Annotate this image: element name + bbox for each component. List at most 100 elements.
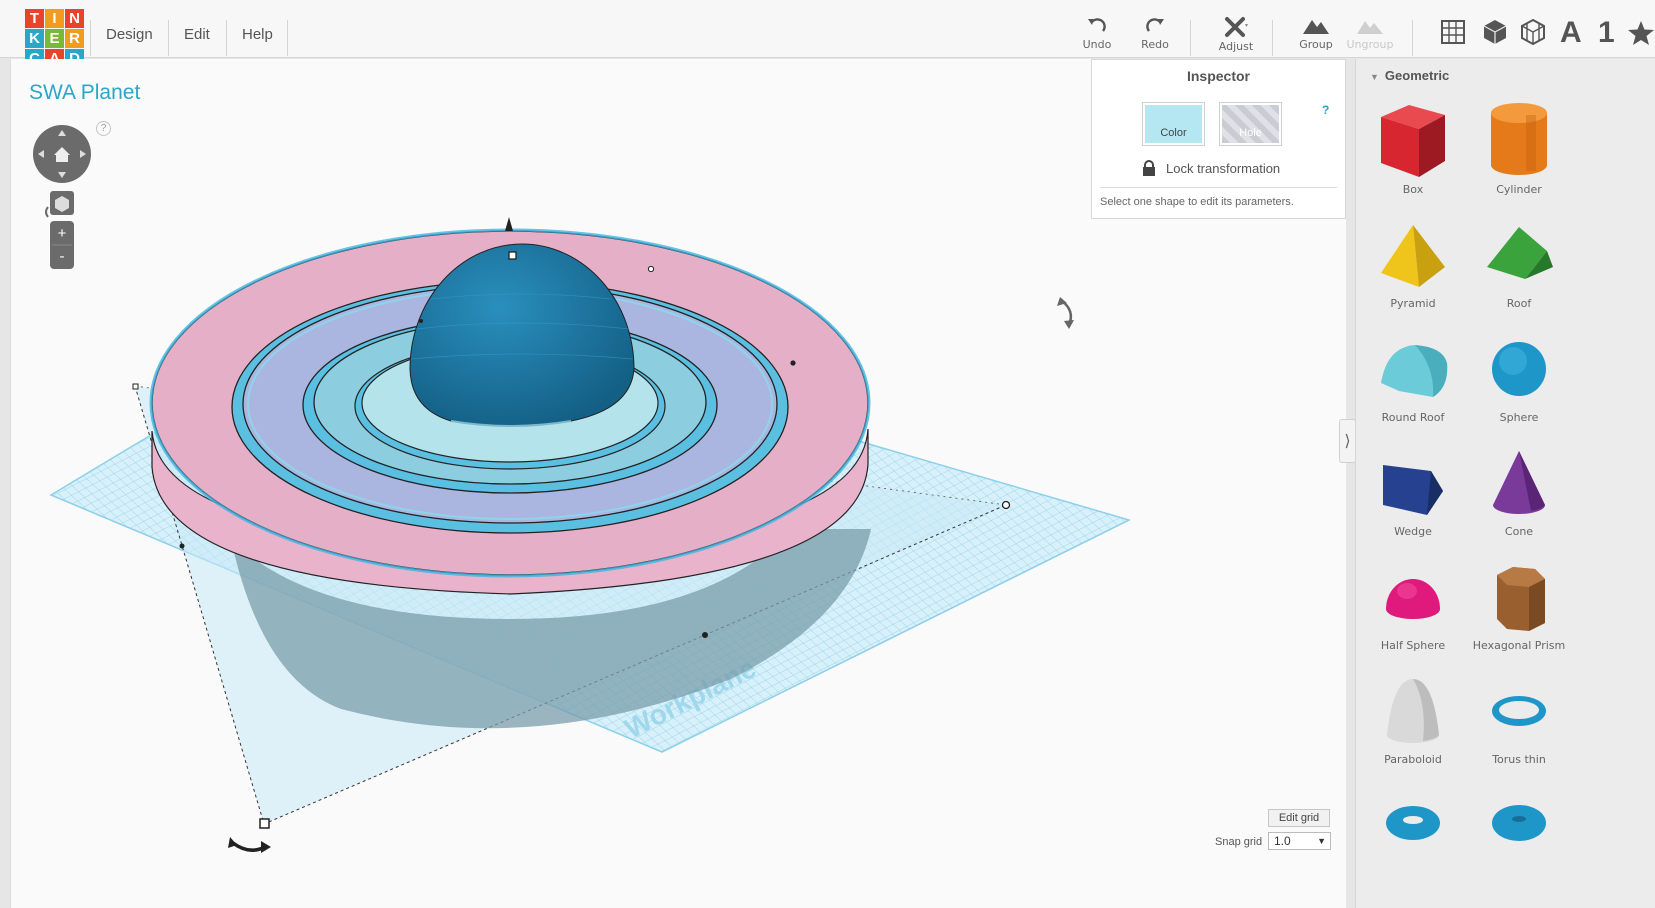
color-label: Color [1145, 105, 1202, 143]
shape-torus-thin[interactable]: Torus thin [1464, 673, 1574, 766]
star-icon[interactable] [1628, 20, 1655, 46]
divider [226, 20, 227, 56]
sphere-icon [1492, 342, 1546, 396]
adjust-button[interactable]: Adjust [1206, 16, 1266, 53]
shape-round-roof[interactable]: Round Roof [1358, 331, 1468, 424]
height-handle-icon[interactable] [505, 217, 513, 231]
logo-letter: K [25, 29, 44, 48]
undo-button[interactable]: Undo [1067, 16, 1127, 51]
wireframe-cube-icon[interactable] [1520, 18, 1546, 46]
resize-handle[interactable] [702, 632, 708, 638]
top-toolbar: T I N K E R C A D Design Edit Help Undo … [0, 0, 1655, 68]
panel-collapse-button[interactable]: ⟩ [1339, 419, 1356, 463]
inspector-panel: Inspector Color Hole ? Lock transformati… [1091, 59, 1346, 219]
shape-box[interactable]: Box [1358, 99, 1468, 196]
shape-cylinder[interactable]: Cylinder [1464, 99, 1574, 196]
corner-handle[interactable] [1001, 500, 1011, 510]
torus-thick-icon [1492, 805, 1546, 841]
nav-help-button[interactable]: ? [96, 121, 111, 136]
redo-icon [1146, 18, 1164, 32]
group-icon [1303, 20, 1329, 34]
divider [90, 20, 91, 56]
torus-icon [1386, 806, 1440, 840]
menu-edit[interactable]: Edit [184, 26, 210, 43]
resize-handle[interactable] [419, 319, 423, 323]
category-label: Geometric [1384, 68, 1450, 83]
number-shape-icon[interactable]: 1 [1598, 16, 1615, 50]
rotate-arrow-icon[interactable] [228, 837, 271, 853]
shape-tube[interactable] [1464, 787, 1574, 867]
inspector-title: Inspector [1186, 68, 1250, 84]
cylinder-icon [1491, 103, 1547, 175]
redo-button[interactable]: Redo [1125, 16, 1185, 51]
shape-half-sphere[interactable]: Half Sphere [1358, 559, 1468, 652]
chevron-right-icon: ⟩ [1344, 433, 1351, 450]
logo-letter: R [65, 29, 84, 48]
inspector-message: Select one shape to edit its parameters. [1100, 196, 1294, 208]
zoom-in-button[interactable]: + [58, 225, 67, 242]
color-button[interactable]: Color [1142, 102, 1205, 146]
group-label: Group [1299, 38, 1333, 51]
hole-button[interactable]: Hole [1219, 102, 1282, 146]
shape-hexagonal-prism[interactable]: Hexagonal Prism [1464, 559, 1574, 652]
design-title[interactable]: SWA Planet [29, 81, 140, 105]
lock-icon [1143, 160, 1155, 176]
ungroup-icon [1357, 21, 1383, 34]
snap-grid-value: 1.0 [1274, 834, 1291, 848]
view-navigation: + - [32, 124, 96, 279]
dropdown-arrow-icon: ▼ [1317, 836, 1326, 846]
shape-label: Pyramid [1390, 297, 1436, 310]
edit-grid-button[interactable]: Edit grid [1268, 809, 1330, 827]
adjust-icon [1225, 17, 1248, 37]
undo-icon [1088, 18, 1106, 32]
resize-handle[interactable] [790, 360, 796, 366]
shape-wedge[interactable]: Wedge [1358, 445, 1468, 538]
rotate-arrow-icon[interactable] [1057, 297, 1074, 329]
resize-handle[interactable] [179, 543, 185, 549]
solid-cube-icon[interactable] [1482, 18, 1508, 46]
menu-design[interactable]: Design [106, 26, 153, 43]
library-category-header[interactable]: ▼ Geometric [1370, 68, 1449, 83]
resize-handle[interactable] [647, 265, 655, 273]
adjust-label: Adjust [1218, 40, 1254, 53]
nav-controls[interactable]: + - [32, 124, 96, 274]
text-shape-icon[interactable]: A [1560, 16, 1582, 50]
redo-label: Redo [1141, 38, 1169, 51]
shape-paraboloid[interactable]: Paraboloid [1358, 673, 1468, 766]
shape-roof[interactable]: Roof [1464, 217, 1574, 310]
box-icon [1381, 105, 1445, 177]
shape-label: Paraboloid [1384, 753, 1442, 766]
corner-handle[interactable] [259, 818, 270, 829]
snap-grid-select[interactable]: 1.0 ▼ [1268, 832, 1331, 850]
shape-label: Half Sphere [1380, 639, 1446, 652]
zoom-out-button[interactable]: - [60, 248, 65, 265]
shape-sphere[interactable]: Sphere [1464, 331, 1574, 424]
logo-letter: T [25, 9, 44, 28]
divider [1190, 20, 1191, 56]
triangle-down-icon: ▼ [1370, 72, 1379, 82]
logo-letter: N [65, 9, 84, 28]
shape-pyramid[interactable]: Pyramid [1358, 217, 1468, 310]
grid-view-icon[interactable] [1440, 19, 1466, 45]
shape-label: Box [1402, 183, 1424, 196]
shape-library: ▼ Geometric Box Cylinder Pyramid Roof Rou… [1355, 59, 1655, 908]
group-button[interactable]: Group [1286, 16, 1346, 51]
hole-label: Hole [1222, 105, 1279, 143]
paraboloid-icon [1387, 679, 1439, 743]
ungroup-button[interactable]: Ungroup [1340, 16, 1400, 51]
logo-letter: I [45, 9, 64, 28]
divider [287, 20, 288, 56]
shape-label: Roof [1506, 297, 1532, 310]
shape-cone[interactable]: Cone [1464, 445, 1574, 538]
round-roof-icon [1381, 345, 1448, 397]
ungroup-label: Ungroup [1346, 38, 1394, 51]
resize-handle[interactable] [508, 251, 517, 260]
lock-label: Lock transformation [1166, 160, 1281, 176]
hexagonal-prism-icon [1497, 567, 1545, 631]
inspector-help-button[interactable]: ? [1322, 103, 1329, 117]
menu-help[interactable]: Help [242, 26, 273, 43]
lock-transformation[interactable]: Lock transformation [1142, 160, 1280, 176]
shape-torus[interactable] [1358, 787, 1468, 867]
corner-handle[interactable] [132, 383, 139, 390]
torus-thin-icon [1492, 696, 1546, 726]
